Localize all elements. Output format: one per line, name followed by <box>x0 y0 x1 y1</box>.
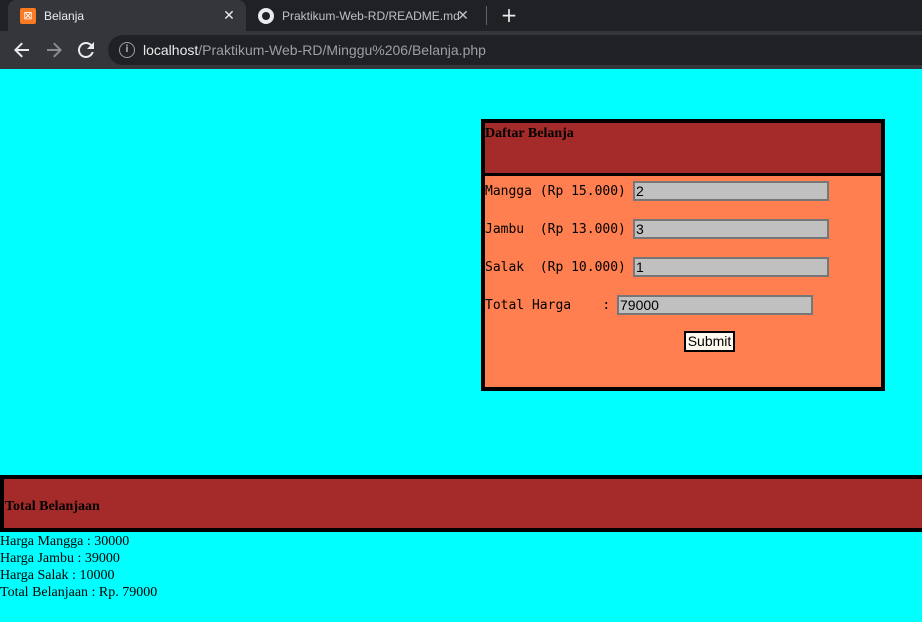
total-harga-input[interactable]: 79000 <box>617 295 813 315</box>
submit-button[interactable]: Submit <box>684 331 735 352</box>
jambu-label: Jambu (Rp 13.000) <box>485 222 626 237</box>
total-belanjaan-header: Total Belanjaan <box>0 475 922 532</box>
forward-arrow-icon[interactable] <box>43 39 65 61</box>
close-tab-icon[interactable]: ✕ <box>454 6 472 24</box>
form-title: Daftar Belanja <box>485 126 574 141</box>
info-icon[interactable]: i <box>119 42 135 58</box>
tab-separator <box>486 6 487 25</box>
total-belanjaan-title: Total Belanjaan <box>5 499 100 514</box>
form-header: Daftar Belanja <box>485 123 881 176</box>
browser-tab-bar: ⊠ Belanja ✕ Praktikum-Web-RD/README.md ✕… <box>0 0 922 31</box>
back-arrow-icon[interactable] <box>11 39 33 61</box>
jambu-quantity-input[interactable]: 3 <box>633 219 829 239</box>
tab-title: Belanja <box>44 8 85 23</box>
browser-toolbar: i localhost/Praktikum-Web-RD/Minggu%206/… <box>0 31 922 69</box>
url-host: localhost <box>143 42 199 58</box>
new-tab-icon[interactable]: + <box>499 5 519 25</box>
close-tab-icon[interactable]: ✕ <box>220 6 238 24</box>
salak-label: Salak (Rp 10.000) <box>485 260 626 275</box>
shopping-form: Daftar Belanja Mangga (Rp 15.000) 2 Jamb… <box>481 119 885 391</box>
harga-jambu-line: Harga Jambu : 39000 <box>0 551 120 566</box>
mangga-quantity-input[interactable]: 2 <box>633 181 829 201</box>
github-icon <box>258 7 274 24</box>
tab-readme[interactable]: Praktikum-Web-RD/README.md ✕ <box>250 0 480 31</box>
salak-quantity-input[interactable]: 1 <box>633 257 829 277</box>
summary-list: Harga Mangga : 30000 Harga Jambu : 39000… <box>0 533 157 601</box>
url-path: /Praktikum-Web-RD/Minggu%206/Belanja.php <box>198 42 486 58</box>
reload-icon[interactable] <box>75 39 97 61</box>
tab-title: Praktikum-Web-RD/README.md <box>282 8 460 23</box>
mangga-label: Mangga (Rp 15.000) <box>485 184 626 199</box>
address-bar[interactable]: i localhost/Praktikum-Web-RD/Minggu%206/… <box>108 35 922 65</box>
tab-belanja[interactable]: ⊠ Belanja ✕ <box>8 0 246 31</box>
harga-mangga-line: Harga Mangga : 30000 <box>0 534 130 549</box>
total-harga-label: Total Harga : <box>485 298 611 313</box>
xampp-icon: ⊠ <box>20 7 36 24</box>
harga-salak-line: Harga Salak : 10000 <box>0 568 115 583</box>
total-belanjaan-line: Total Belanjaan : Rp. 79000 <box>0 585 158 600</box>
